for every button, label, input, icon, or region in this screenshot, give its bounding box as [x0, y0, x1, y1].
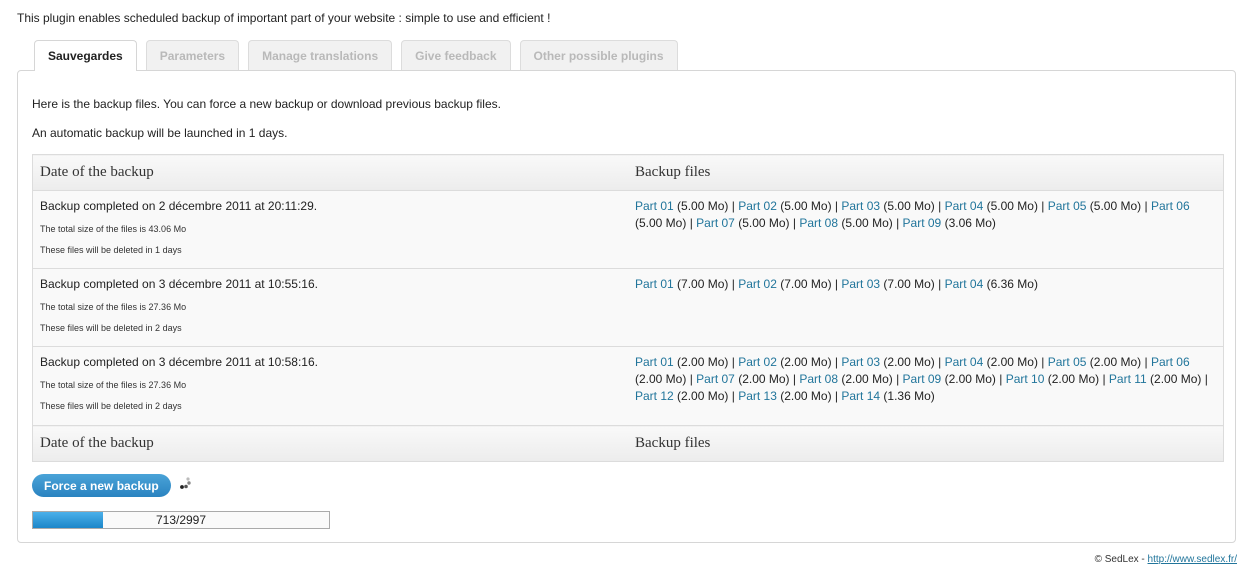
loading-spinner-icon — [180, 477, 191, 489]
part-size: (2.00 Mo) — [673, 355, 729, 369]
part-link[interactable]: Part 09 — [903, 216, 942, 230]
part-link[interactable]: Part 03 — [841, 199, 880, 213]
tab-other-plugins[interactable]: Other possible plugins — [519, 40, 678, 70]
auto-backup-notice: An automatic backup will be launched in … — [32, 126, 288, 140]
part-link[interactable]: Part 08 — [799, 372, 838, 386]
backup-panel: Here is the backup files. You can force … — [17, 70, 1236, 543]
table-footer-row: Date of the backup Backup files — [32, 425, 1224, 462]
backup-date-cell: Backup completed on 3 décembre 2011 at 1… — [32, 268, 628, 347]
part-size: (7.00 Mo) — [880, 277, 935, 291]
part-size: (5.00 Mo) — [673, 199, 729, 213]
part-link[interactable]: Part 03 — [841, 355, 880, 369]
table-row: Backup completed on 3 décembre 2011 at 1… — [32, 268, 1224, 347]
part-link[interactable]: Part 02 — [738, 199, 777, 213]
part-size: (2.00 Mo) — [776, 355, 832, 369]
tab-bar: Sauvegardes Parameters Manage translatio… — [34, 40, 678, 71]
tab-parameters[interactable]: Parameters — [145, 40, 240, 70]
header-date: Date of the backup — [32, 154, 628, 191]
progress-label: 713/2997 — [155, 513, 207, 527]
tab-manage-translations[interactable]: Manage translations — [248, 40, 393, 70]
part-link[interactable]: Part 01 — [635, 277, 674, 291]
part-size: (3.06 Mo) — [941, 216, 996, 230]
part-link[interactable]: Part 05 — [1048, 355, 1087, 369]
plugin-intro: This plugin enables scheduled backup of … — [17, 11, 551, 25]
backup-date-cell: Backup completed on 3 décembre 2011 at 1… — [32, 346, 628, 426]
tab-sauvegardes[interactable]: Sauvegardes — [34, 40, 137, 71]
part-link[interactable]: Part 04 — [945, 199, 984, 213]
part-link[interactable]: Part 07 — [696, 216, 735, 230]
part-link[interactable]: Part 02 — [738, 355, 777, 369]
part-link[interactable]: Part 11 — [1109, 372, 1147, 386]
part-link[interactable]: Part 06 — [1151, 199, 1190, 213]
backup-completed-text: Backup completed on 3 décembre 2011 at 1… — [40, 277, 318, 291]
part-size: (2.00 Mo) — [1086, 355, 1142, 369]
backup-info-text: Here is the backup files. You can force … — [32, 97, 501, 111]
part-size: (2.00 Mo) — [880, 355, 935, 369]
part-size: (7.00 Mo) — [776, 277, 832, 291]
part-link[interactable]: Part 04 — [945, 355, 984, 369]
backup-files-cell: Part 01 (5.00 Mo) | Part 02 (5.00 Mo) | … — [628, 190, 1224, 269]
footer-credit: © SedLex - http://www.sedlex.fr/ — [1095, 554, 1237, 565]
part-size: (2.00 Mo) — [941, 372, 996, 386]
backup-completed-text: Backup completed on 2 décembre 2011 at 2… — [40, 199, 318, 213]
part-size: (2.00 Mo) — [1044, 372, 1100, 386]
part-link[interactable]: Part 12 — [635, 389, 674, 403]
backup-size-text: The total size of the files is 27.36 Mo — [40, 302, 187, 312]
backup-completed-text: Backup completed on 3 décembre 2011 at 1… — [40, 355, 318, 369]
part-size: (2.00 Mo) — [776, 389, 832, 403]
sedlex-link[interactable]: http://www.sedlex.fr/ — [1148, 554, 1237, 565]
part-link[interactable]: Part 10 — [1006, 372, 1045, 386]
part-link[interactable]: Part 01 — [635, 199, 674, 213]
backup-deletion-text: These files will be deleted in 1 days — [40, 245, 182, 255]
part-link[interactable]: Part 04 — [945, 277, 984, 291]
part-link[interactable]: Part 09 — [903, 372, 942, 386]
tab-give-feedback[interactable]: Give feedback — [401, 40, 511, 70]
part-size: (5.00 Mo) — [776, 199, 832, 213]
backup-size-text: The total size of the files is 27.36 Mo — [40, 380, 187, 390]
part-size: (2.00 Mo) — [635, 372, 687, 386]
part-size: (2.00 Mo) — [673, 389, 729, 403]
part-size: (5.00 Mo) — [734, 216, 790, 230]
force-backup-button[interactable]: Force a new backup — [32, 474, 171, 497]
backup-date-cell: Backup completed on 2 décembre 2011 at 2… — [32, 190, 628, 269]
copyright-text: © SedLex - — [1094, 554, 1148, 565]
part-link[interactable]: Part 13 — [738, 389, 777, 403]
part-size: (6.36 Mo) — [983, 277, 1038, 291]
backup-size-text: The total size of the files is 43.06 Mo — [40, 224, 187, 234]
part-size: (1.36 Mo) — [880, 389, 935, 403]
backup-table: Date of the backup Backup files Backup c… — [32, 154, 1224, 462]
part-link[interactable]: Part 01 — [635, 355, 674, 369]
part-link[interactable]: Part 05 — [1048, 199, 1087, 213]
part-link[interactable]: Part 07 — [696, 372, 735, 386]
table-row: Backup completed on 3 décembre 2011 at 1… — [32, 346, 1224, 426]
header-files: Backup files — [628, 154, 1224, 191]
part-size: (5.00 Mo) — [880, 199, 935, 213]
footer-date: Date of the backup — [32, 425, 628, 462]
part-size: (7.00 Mo) — [673, 277, 729, 291]
part-size: (2.00 Mo) — [1146, 372, 1202, 386]
backup-files-cell: Part 01 (7.00 Mo) | Part 02 (7.00 Mo) | … — [628, 268, 1224, 347]
part-size: (5.00 Mo) — [1086, 199, 1142, 213]
part-size: (5.00 Mo) — [635, 216, 687, 230]
backup-deletion-text: These files will be deleted in 2 days — [40, 323, 182, 333]
part-size: (5.00 Mo) — [838, 216, 893, 230]
part-size: (5.00 Mo) — [983, 199, 1038, 213]
backup-files-cell: Part 01 (2.00 Mo) | Part 02 (2.00 Mo) | … — [628, 346, 1224, 426]
backup-progress-bar: 713/2997 — [32, 511, 330, 529]
part-link[interactable]: Part 06 — [1151, 355, 1190, 369]
part-size: (2.00 Mo) — [734, 372, 790, 386]
part-link[interactable]: Part 02 — [738, 277, 777, 291]
part-link[interactable]: Part 08 — [799, 216, 838, 230]
part-size: (2.00 Mo) — [838, 372, 893, 386]
footer-files: Backup files — [628, 425, 1224, 462]
part-size: (2.00 Mo) — [983, 355, 1038, 369]
backup-deletion-text: These files will be deleted in 2 days — [40, 401, 182, 411]
table-row: Backup completed on 2 décembre 2011 at 2… — [32, 190, 1224, 269]
part-link[interactable]: Part 14 — [841, 389, 880, 403]
part-link[interactable]: Part 03 — [841, 277, 880, 291]
table-header-row: Date of the backup Backup files — [32, 154, 1224, 191]
